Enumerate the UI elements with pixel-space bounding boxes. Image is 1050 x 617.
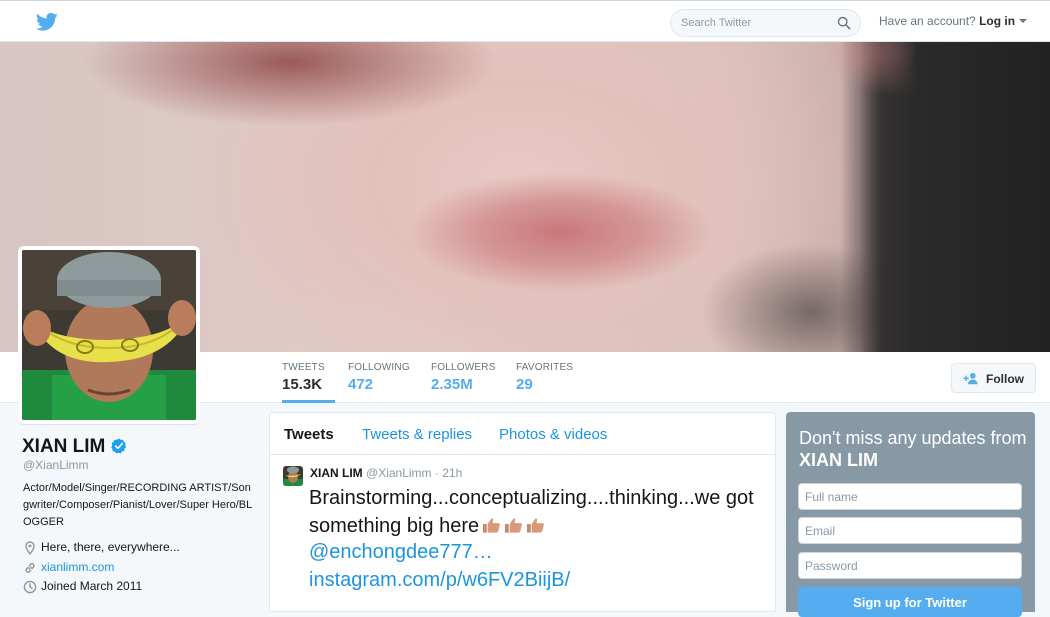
link-icon	[25, 563, 35, 573]
signup-card: Don't miss any updates from XIAN LIM Sig…	[786, 412, 1035, 617]
tweet-time[interactable]: 21h	[442, 466, 462, 480]
profile-website: xianlimm.com	[23, 560, 203, 576]
search-icon[interactable]	[837, 16, 851, 30]
account-prompt: Have an account?	[879, 14, 976, 28]
signup-heading-name: XIAN LIM	[799, 450, 878, 470]
stat-favorites[interactable]: FAVORITES 29	[516, 362, 576, 403]
profile-name[interactable]: XIAN LIM	[22, 436, 105, 458]
tweet-author-handle[interactable]: @XianLimm	[366, 466, 432, 480]
login-link[interactable]: Log in	[979, 14, 1015, 28]
full-name-field[interactable]	[798, 483, 1022, 510]
stat-label: FAVORITES	[516, 362, 574, 373]
signup-button[interactable]: Sign up for Twitter	[798, 587, 1022, 617]
signup-heading-prefix: Don't miss any updates from	[799, 428, 1027, 448]
password-field[interactable]	[798, 552, 1022, 579]
tweet-separator: ·	[434, 466, 439, 480]
profile-avatar[interactable]	[18, 246, 200, 424]
search-box[interactable]	[670, 9, 861, 37]
avatar-photo	[22, 250, 196, 420]
tweet-mention-link[interactable]: @enchongdee777…	[309, 541, 493, 564]
location-text: Here, there, everywhere...	[41, 540, 180, 554]
stat-value: 472	[348, 376, 374, 393]
website-link[interactable]: xianlimm.com	[41, 560, 114, 574]
stat-followers[interactable]: FOLLOWERS 2.35M	[431, 362, 496, 403]
stat-following[interactable]: FOLLOWING 472	[348, 362, 410, 403]
timeline: Tweets Tweets & replies Photos & videos …	[269, 412, 776, 612]
follow-label: Follow	[986, 372, 1024, 386]
profile-location: Here, there, everywhere...	[23, 540, 203, 556]
tweet[interactable]: XIAN LIM @XianLimm · 21h Brainstorming..…	[270, 456, 775, 616]
add-user-icon	[963, 372, 978, 385]
thumbs-up-icon	[479, 515, 545, 537]
clock-icon	[23, 580, 37, 594]
follow-button[interactable]: Follow	[951, 363, 1036, 393]
search-input[interactable]	[681, 14, 831, 32]
tab-tweets[interactable]: Tweets	[284, 426, 334, 443]
tweet-url-link[interactable]: instagram.com/p/w6FV2BiijB/	[309, 569, 570, 592]
signup-heading: Don't miss any updates from XIAN LIM	[799, 427, 1029, 471]
location-pin-icon	[25, 541, 35, 555]
header-image-shading-dark	[860, 42, 1050, 352]
tweet-avatar[interactable]	[283, 466, 303, 486]
verified-badge-icon	[111, 438, 127, 454]
top-navigation-bar: Have an account? Log in	[0, 0, 1050, 42]
tweet-author-name[interactable]: XIAN LIM	[310, 466, 363, 480]
tab-tweets-replies[interactable]: Tweets & replies	[362, 426, 472, 443]
stat-value: 2.35M	[431, 376, 473, 393]
tab-photos-videos[interactable]: Photos & videos	[499, 426, 607, 443]
profile-joined: Joined March 2011	[23, 579, 203, 595]
joined-text: Joined March 2011	[41, 579, 143, 593]
stat-label: FOLLOWING	[348, 362, 410, 373]
tweet-header: XIAN LIM @XianLimm · 21h	[310, 466, 462, 480]
twitter-bird-icon[interactable]	[36, 12, 58, 32]
stat-value: 29	[516, 376, 533, 393]
stat-value: 15.3K	[282, 376, 323, 393]
login-area: Have an account? Log in	[879, 14, 1028, 28]
email-field[interactable]	[798, 517, 1022, 544]
stat-label: TWEETS	[282, 362, 325, 373]
tweet-text: Brainstorming...conceptualizing....think…	[309, 484, 769, 540]
stat-label: FOLLOWERS	[431, 362, 496, 373]
profile-bio: Actor/Model/Singer/RECORDING ARTIST/Song…	[23, 482, 253, 528]
stat-tweets[interactable]: TWEETS 15.3K	[282, 362, 335, 403]
profile-handle[interactable]: @XianLimm	[23, 458, 89, 472]
chevron-down-icon[interactable]	[1019, 19, 1028, 23]
timeline-tabs: Tweets Tweets & replies Photos & videos	[270, 413, 775, 455]
